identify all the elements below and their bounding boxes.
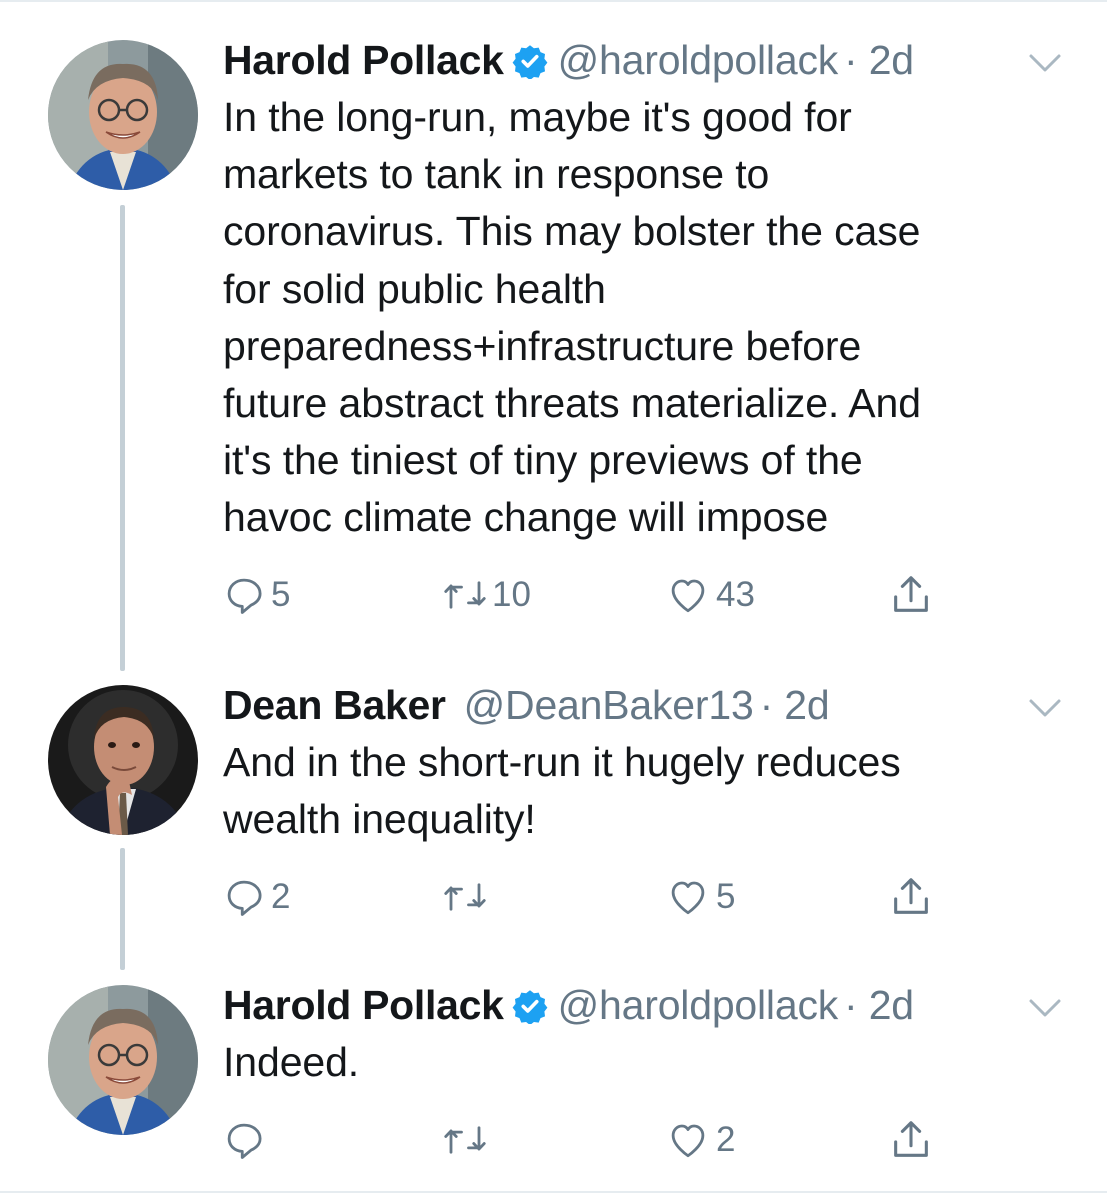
share-icon (894, 576, 928, 612)
reply-icon (227, 578, 262, 614)
tweet[interactable]: Harold Pollack @haroldpollack · 2d In the … (223, 38, 1083, 547)
retweet-button[interactable] (440, 872, 496, 922)
tweet-actions: 2 5 (223, 872, 1083, 922)
top-divider (0, 0, 1107, 2)
verified-badge-icon (512, 990, 548, 1024)
reply-icon (227, 880, 262, 916)
reply-button[interactable]: 2 (223, 872, 290, 922)
tweet-header: Dean Baker @DeanBaker13 · 2d (223, 683, 1083, 727)
tweet-actions: 5 10 43 (223, 570, 1083, 620)
share-button[interactable] (888, 1115, 934, 1165)
author-handle[interactable]: @haroldpollack (558, 982, 839, 1028)
chevron-down-icon[interactable] (1028, 997, 1062, 1019)
retweet-button[interactable] (440, 1115, 496, 1165)
tweet-time[interactable]: · 2d (844, 982, 914, 1028)
share-button[interactable] (888, 570, 934, 620)
tweet-text: In the long-run, maybe it's good for mar… (223, 94, 921, 541)
share-button[interactable] (888, 872, 934, 922)
bottom-divider (0, 1191, 1107, 1193)
heart-icon (671, 579, 705, 613)
like-count: 43 (716, 575, 755, 614)
author-name[interactable]: Dean Baker (223, 682, 446, 728)
author-handle[interactable]: @DeanBaker13 (464, 682, 754, 728)
heart-icon (671, 1124, 705, 1158)
retweet-button[interactable]: 10 (440, 570, 531, 620)
reply-count: 2 (271, 877, 291, 916)
chevron-down-icon[interactable] (1028, 697, 1062, 719)
chevron-down-icon[interactable] (1028, 52, 1062, 74)
reply-icon (227, 1123, 262, 1159)
tweet-text: And in the short-run it hugely reduces w… (223, 739, 901, 843)
avatar[interactable] (48, 40, 198, 190)
tweet-text: Indeed. (223, 1039, 360, 1085)
thread-connector-line (120, 205, 125, 671)
like-count: 5 (716, 877, 736, 916)
like-button[interactable]: 5 (666, 872, 735, 922)
author-handle[interactable]: @haroldpollack (558, 37, 839, 83)
retweet-icon (444, 1126, 486, 1154)
tweet-time[interactable]: · 2d (760, 682, 830, 728)
tweet-actions: 2 (223, 1115, 1083, 1165)
tweet[interactable]: Harold Pollack @haroldpollack · 2d Indeed. (223, 983, 1083, 1091)
avatar-harold-image (48, 40, 198, 190)
tweet-time[interactable]: · 2d (844, 37, 914, 83)
avatar-harold-image (48, 985, 198, 1135)
retweet-icon (444, 883, 486, 911)
avatar[interactable] (48, 685, 198, 835)
share-icon (894, 878, 928, 914)
retweet-count: 10 (492, 575, 531, 614)
share-icon (894, 1121, 928, 1157)
reply-button[interactable]: 5 (223, 570, 290, 620)
author-name[interactable]: Harold Pollack (223, 982, 504, 1028)
tweet[interactable]: Dean Baker @DeanBaker13 · 2d And in the sh… (223, 683, 1083, 848)
heart-icon (671, 881, 705, 915)
reply-button[interactable] (223, 1115, 271, 1165)
verified-badge-icon (512, 45, 548, 79)
retweet-icon (444, 581, 486, 609)
like-count: 2 (716, 1120, 736, 1159)
reply-count: 5 (271, 575, 291, 614)
author-name[interactable]: Harold Pollack (223, 37, 504, 83)
avatar-dean-image (48, 685, 198, 835)
like-button[interactable]: 2 (666, 1115, 735, 1165)
tweet-header: Harold Pollack @haroldpollack · 2d (223, 983, 1083, 1027)
like-button[interactable]: 43 (666, 570, 755, 620)
thread-connector-line (120, 848, 125, 970)
tweet-header: Harold Pollack @haroldpollack · 2d (223, 38, 1083, 82)
avatar[interactable] (48, 985, 198, 1135)
